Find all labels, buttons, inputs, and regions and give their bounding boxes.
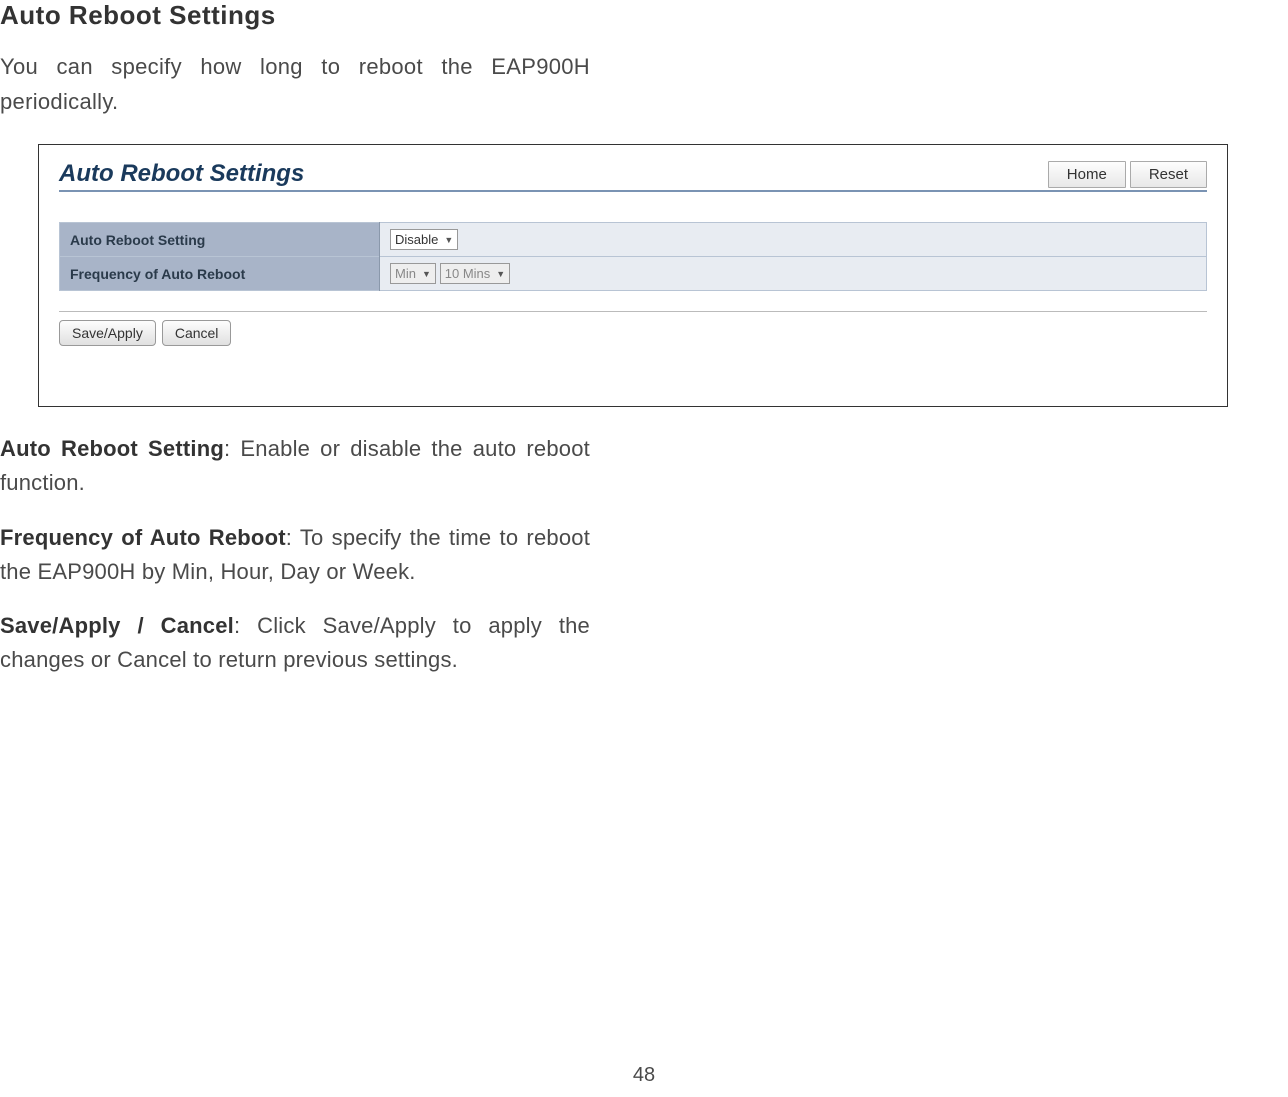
panel-title: Auto Reboot Settings	[59, 160, 304, 188]
cancel-button[interactable]: Cancel	[162, 320, 232, 346]
auto-reboot-setting-dropdown[interactable]: Disable ▼	[390, 229, 458, 250]
dropdown-value: 10 Mins	[445, 266, 491, 281]
chevron-down-icon: ▼	[422, 269, 431, 279]
frequency-value-cell: Min ▼ 10 Mins ▼	[380, 257, 1207, 291]
description-auto-reboot: Auto Reboot Setting: Enable or disable t…	[0, 432, 590, 500]
intro-text: You can specify how long to reboot the E…	[0, 49, 590, 119]
save-apply-button[interactable]: Save/Apply	[59, 320, 156, 346]
chevron-down-icon: ▼	[496, 269, 505, 279]
action-buttons: Save/Apply Cancel	[59, 320, 1207, 346]
page-number: 48	[0, 1064, 1288, 1087]
dropdown-value: Disable	[395, 232, 438, 247]
desc-bold: Frequency of Auto Reboot	[0, 525, 286, 550]
divider	[59, 311, 1207, 312]
desc-bold: Save/Apply / Cancel	[0, 613, 234, 638]
chevron-down-icon: ▼	[444, 235, 453, 245]
frequency-unit-dropdown[interactable]: Min ▼	[390, 263, 436, 284]
frequency-label: Frequency of Auto Reboot	[60, 257, 380, 291]
description-frequency: Frequency of Auto Reboot: To specify the…	[0, 521, 590, 589]
settings-panel: Auto Reboot Settings Home Reset Auto Reb…	[38, 144, 1228, 407]
dropdown-value: Min	[395, 266, 416, 281]
panel-buttons: Home Reset	[1048, 161, 1207, 188]
desc-bold: Auto Reboot Setting	[0, 436, 224, 461]
settings-table: Auto Reboot Setting Disable ▼ Frequency …	[59, 222, 1207, 291]
auto-reboot-setting-label: Auto Reboot Setting	[60, 223, 380, 257]
page-heading: Auto Reboot Settings	[0, 0, 1288, 31]
auto-reboot-setting-value-cell: Disable ▼	[380, 223, 1207, 257]
table-row: Frequency of Auto Reboot Min ▼ 10 Mins ▼	[60, 257, 1207, 291]
home-button[interactable]: Home	[1048, 161, 1126, 188]
frequency-value-dropdown[interactable]: 10 Mins ▼	[440, 263, 510, 284]
panel-header: Auto Reboot Settings Home Reset	[59, 160, 1207, 192]
table-row: Auto Reboot Setting Disable ▼	[60, 223, 1207, 257]
description-save-cancel: Save/Apply / Cancel: Click Save/Apply to…	[0, 609, 590, 677]
reset-button[interactable]: Reset	[1130, 161, 1207, 188]
